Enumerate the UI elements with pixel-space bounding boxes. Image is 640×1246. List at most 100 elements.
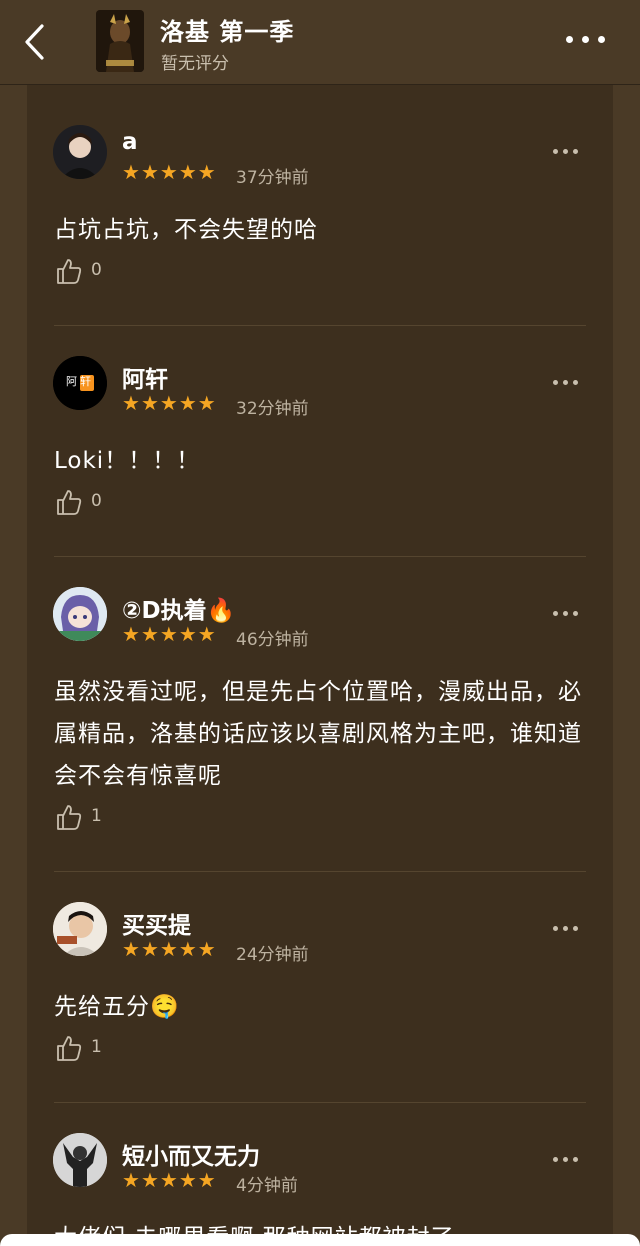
poster-image — [96, 10, 144, 72]
star-icon: ★ — [122, 937, 140, 961]
more-dots-icon — [553, 926, 558, 931]
left-margin — [0, 85, 27, 1246]
star-icon: ★ — [122, 622, 140, 646]
star-icon: ★ — [159, 937, 178, 961]
more-dot — [573, 926, 578, 931]
like-count: 0 — [91, 260, 102, 280]
thumbs-up-icon — [57, 490, 82, 515]
more-dot — [563, 149, 568, 154]
rating-stars: ★★★★★ — [122, 623, 217, 645]
page: 洛基 第一季 暂无评分 a ★★★★★ 37分钟前 占坑占坑，不会失望的哈 0 … — [0, 0, 640, 1246]
page-title: 洛基 第一季 — [160, 18, 295, 46]
avatar[interactable] — [53, 1133, 107, 1187]
star-icon: ★ — [140, 1168, 159, 1192]
star-icon: ★ — [197, 622, 216, 646]
comment-list[interactable]: a ★★★★★ 37分钟前 占坑占坑，不会失望的哈 0 阿轩 阿轩 ★★★★★ … — [27, 85, 613, 1246]
divider — [54, 1102, 586, 1103]
like-button[interactable]: 1 — [55, 803, 102, 833]
more-dots-icon — [553, 611, 558, 616]
avatar-image — [53, 1133, 107, 1187]
more-dot — [563, 926, 568, 931]
rating-stars: ★★★★★ — [122, 1169, 217, 1191]
avatar-image — [53, 587, 107, 641]
star-icon: ★ — [197, 391, 216, 415]
comment-time: 46分钟前 — [236, 630, 309, 650]
comment-time: 32分钟前 — [236, 399, 309, 419]
star-icon: ★ — [178, 622, 197, 646]
comment-more-button[interactable] — [551, 376, 581, 390]
avatar[interactable]: 阿轩 — [53, 356, 107, 410]
more-dot — [582, 36, 589, 43]
username[interactable]: ②D执着🔥 — [122, 591, 235, 625]
right-margin — [613, 85, 640, 1246]
star-icon: ★ — [122, 160, 140, 184]
avatar-image — [53, 125, 107, 179]
comment-more-button[interactable] — [551, 607, 581, 621]
bottom-input-bar[interactable] — [0, 1234, 640, 1246]
star-icon: ★ — [140, 391, 159, 415]
comment-more-button[interactable] — [551, 145, 581, 159]
like-button[interactable]: 0 — [55, 488, 102, 518]
comment-time: 37分钟前 — [236, 168, 309, 188]
more-button[interactable] — [562, 28, 608, 54]
star-icon: ★ — [178, 391, 197, 415]
thumbs-up-icon — [57, 1036, 82, 1061]
star-icon: ★ — [197, 1168, 216, 1192]
more-dot — [573, 380, 578, 385]
star-icon: ★ — [197, 937, 216, 961]
thumbs-up-icon — [57, 259, 82, 284]
star-icon: ★ — [197, 160, 216, 184]
star-icon: ★ — [140, 160, 159, 184]
star-icon: ★ — [159, 391, 178, 415]
more-dot — [573, 1157, 578, 1162]
comment-more-button[interactable] — [551, 922, 581, 936]
star-icon: ★ — [178, 160, 197, 184]
username[interactable]: 短小而又无力 — [122, 1137, 260, 1171]
more-dots-icon — [553, 149, 558, 154]
like-count: 1 — [91, 806, 102, 826]
star-icon: ★ — [140, 622, 159, 646]
more-dots-icon — [553, 1157, 558, 1162]
more-dots-icon — [566, 36, 573, 43]
username[interactable]: 阿轩 — [122, 360, 168, 394]
rating-stars: ★★★★★ — [122, 161, 217, 183]
username[interactable]: a — [122, 129, 138, 155]
star-icon: ★ — [122, 391, 140, 415]
divider — [54, 325, 586, 326]
username[interactable]: 买买提 — [122, 906, 191, 940]
thumbs-up-icon — [57, 805, 82, 830]
star-icon: ★ — [159, 160, 178, 184]
avatar[interactable] — [53, 125, 107, 179]
star-icon: ★ — [159, 1168, 178, 1192]
comment-more-button[interactable] — [551, 1153, 581, 1167]
show-poster[interactable] — [96, 10, 144, 72]
comment-time: 4分钟前 — [236, 1176, 298, 1196]
more-dot — [563, 611, 568, 616]
avatar[interactable] — [53, 902, 107, 956]
comment-text: 虽然没看过呢，但是先占个位置哈，漫威出品，必属精品，洛基的话应该以喜剧风格为主吧… — [54, 679, 582, 789]
star-icon: ★ — [140, 937, 159, 961]
comment-text: 占坑占坑，不会失望的哈 — [54, 217, 318, 243]
avatar-text: 阿轩 — [66, 375, 94, 388]
comment-time: 24分钟前 — [236, 945, 309, 965]
comment-text: 先给五分🤤 — [54, 994, 180, 1020]
like-count: 0 — [91, 491, 102, 511]
star-icon: ★ — [178, 1168, 197, 1192]
chevron-left-icon — [25, 24, 44, 60]
more-dot — [563, 1157, 568, 1162]
star-icon: ★ — [159, 622, 178, 646]
comment-text: Loki！！！！ — [54, 448, 201, 474]
like-button[interactable]: 0 — [55, 257, 102, 287]
more-dot — [598, 36, 605, 43]
back-button[interactable] — [18, 20, 58, 64]
more-dot — [573, 611, 578, 616]
rating-stars: ★★★★★ — [122, 392, 217, 414]
rating-stars: ★★★★★ — [122, 938, 217, 960]
like-button[interactable]: 1 — [55, 1034, 102, 1064]
avatar[interactable] — [53, 587, 107, 641]
star-icon: ★ — [178, 937, 197, 961]
avatar-image — [53, 902, 107, 956]
like-count: 1 — [91, 1037, 102, 1057]
more-dots-icon — [553, 380, 558, 385]
star-icon: ★ — [122, 1168, 140, 1192]
